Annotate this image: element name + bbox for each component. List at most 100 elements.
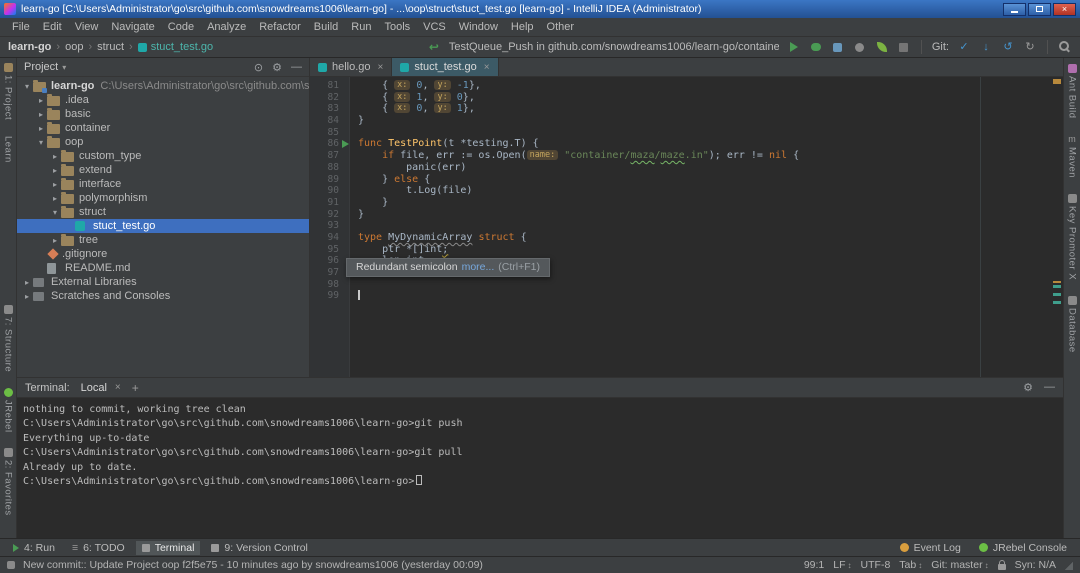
warning-marker[interactable]: [1053, 79, 1061, 84]
tree-toggle-arrow[interactable]: ▾: [21, 82, 33, 91]
tree-item-polymorphism[interactable]: ▸polymorphism: [17, 191, 309, 205]
tree-toggle-arrow[interactable]: ▸: [21, 278, 33, 287]
menu-item-analyze[interactable]: Analyze: [201, 20, 252, 34]
menu-item-help[interactable]: Help: [505, 20, 540, 34]
code-line-90[interactable]: 90 t.Log(file): [310, 185, 1051, 197]
tree-item-gitignore[interactable]: .gitignore: [17, 247, 309, 261]
code-line-84[interactable]: 84}: [310, 115, 1051, 127]
tree-toggle-arrow[interactable]: ▸: [49, 236, 61, 245]
tree-item-learn-go[interactable]: ▾learn-goC:\Users\Administrator\go\src\g…: [17, 79, 309, 93]
status-tab[interactable]: Tab↕: [899, 559, 922, 571]
terminal-body[interactable]: nothing to commit, working tree cleanC:\…: [17, 398, 1063, 538]
toolwindow-toggle-icon[interactable]: [7, 561, 15, 569]
menu-item-window[interactable]: Window: [453, 20, 504, 34]
code-line-82[interactable]: 82 { x: 1, y: 0},: [310, 92, 1051, 104]
status-utf-8[interactable]: UTF-8: [861, 559, 891, 571]
menu-item-view[interactable]: View: [69, 20, 105, 34]
caret-marker[interactable]: [1053, 281, 1061, 283]
tree-toggle-arrow[interactable]: ▸: [35, 110, 47, 119]
run-button[interactable]: [787, 39, 801, 55]
tree-item-tree[interactable]: ▸tree: [17, 233, 309, 247]
editor-tab-hello-go[interactable]: hello.go×: [310, 58, 392, 76]
history-button[interactable]: ↻: [1023, 39, 1037, 55]
close-button[interactable]: ×: [1053, 3, 1076, 16]
resize-grip[interactable]: [1064, 561, 1073, 570]
code-line-95[interactable]: 95 ptr *[]int;: [310, 244, 1051, 256]
tree-item-readme-md[interactable]: README.md: [17, 261, 309, 275]
status-message[interactable]: New commit:: Update Project oop f2f5e75 …: [23, 559, 796, 571]
info-marker[interactable]: [1053, 285, 1061, 288]
stop-button[interactable]: [897, 39, 911, 55]
code-line-91[interactable]: 91 }: [310, 197, 1051, 209]
tool-button-1-project[interactable]: 1: Project: [3, 63, 14, 120]
maximize-button[interactable]: [1028, 3, 1051, 16]
tree-toggle-arrow[interactable]: ▸: [49, 180, 61, 189]
menu-item-refactor[interactable]: Refactor: [253, 20, 307, 34]
tool-window-button-terminal[interactable]: Terminal: [136, 541, 201, 555]
project-panel-title[interactable]: Project: [24, 61, 58, 73]
jrebel-run-button[interactable]: [875, 39, 889, 55]
tree-toggle-arrow[interactable]: ▸: [35, 124, 47, 133]
menu-item-run[interactable]: Run: [345, 20, 377, 34]
tree-toggle-arrow[interactable]: ▸: [21, 292, 33, 301]
tree-item-extend[interactable]: ▸extend: [17, 163, 309, 177]
status-lf[interactable]: LF↕: [833, 559, 851, 571]
tree-item-stuct-test-go[interactable]: stuct_test.go: [17, 219, 309, 233]
menu-item-vcs[interactable]: VCS: [417, 20, 452, 34]
close-tab-icon[interactable]: ×: [378, 62, 384, 73]
code-line-88[interactable]: 88 panic(err): [310, 162, 1051, 174]
coverage-button[interactable]: [831, 39, 845, 55]
tree-toggle-arrow[interactable]: ▾: [49, 208, 61, 217]
code-line-87[interactable]: 87 if file, err := os.Open(name: "contai…: [310, 150, 1051, 162]
status-99-1[interactable]: 99:1: [804, 559, 824, 571]
minimize-button[interactable]: [1003, 3, 1026, 16]
tool-window-button-4-run[interactable]: 4: Run: [7, 541, 61, 555]
tool-button-maven[interactable]: mMaven: [1067, 135, 1078, 178]
tree-toggle-arrow[interactable]: ▸: [49, 194, 61, 203]
tree-toggle-arrow[interactable]: ▾: [35, 138, 47, 147]
code-line-89[interactable]: 89 } else {: [310, 174, 1051, 186]
tool-button-2-favorites[interactable]: 2: Favorites: [3, 448, 14, 516]
menu-item-edit[interactable]: Edit: [37, 20, 68, 34]
profiler-button[interactable]: [853, 39, 867, 55]
breadcrumb-item-oop[interactable]: oop: [65, 41, 83, 53]
code-line-85[interactable]: 85: [310, 127, 1051, 139]
search-everywhere-button[interactable]: [1058, 39, 1072, 55]
commit-button[interactable]: ✓: [957, 39, 971, 55]
code-line-99[interactable]: 99: [310, 290, 1051, 302]
menu-item-navigate[interactable]: Navigate: [105, 20, 160, 34]
tree-item-container[interactable]: ▸container: [17, 121, 309, 135]
run-test-icon[interactable]: [342, 140, 349, 148]
tool-button-jrebel[interactable]: JRebel: [3, 388, 14, 433]
tool-window-button-9-version-control[interactable]: 9: Version Control: [205, 541, 313, 555]
tree-toggle-arrow[interactable]: ▸: [35, 96, 47, 105]
info-marker[interactable]: [1053, 293, 1061, 296]
menu-item-tools[interactable]: Tools: [378, 20, 416, 34]
tree-item-external-libraries[interactable]: ▸External Libraries: [17, 275, 309, 289]
code-line-86[interactable]: 86func TestPoint(t *testing.T) {: [310, 138, 1051, 150]
terminal-settings-button[interactable]: ⚙: [1023, 381, 1033, 394]
menu-item-file[interactable]: File: [6, 20, 36, 34]
chevron-down-icon[interactable]: ▾: [62, 63, 66, 72]
code-line-94[interactable]: 94type MyDynamicArray struct {: [310, 232, 1051, 244]
tree-item-struct[interactable]: ▾struct: [17, 205, 309, 219]
menu-item-other[interactable]: Other: [541, 20, 581, 34]
tree-item-scratches-and-consoles[interactable]: ▸Scratches and Consoles: [17, 289, 309, 303]
tool-button-key-promoter-x[interactable]: Key Promoter X: [1067, 194, 1078, 280]
menu-item-code[interactable]: Code: [162, 20, 200, 34]
code-line-81[interactable]: 81 { x: 0, y: -1},: [310, 80, 1051, 92]
tool-window-button-jrebel-console[interactable]: JRebel Console: [973, 541, 1073, 555]
locate-file-button[interactable]: ⊙: [254, 61, 263, 74]
tree-item-interface[interactable]: ▸interface: [17, 177, 309, 191]
tree-item-oop[interactable]: ▾oop: [17, 135, 309, 149]
lock-icon[interactable]: [998, 564, 1006, 570]
add-terminal-tab-button[interactable]: +: [132, 381, 139, 395]
status-git-master[interactable]: Git: master↕: [931, 559, 988, 571]
tool-button-ant-build[interactable]: Ant Build: [1067, 64, 1078, 119]
code-line-98[interactable]: 98: [310, 279, 1051, 291]
close-tab-icon[interactable]: ×: [484, 62, 490, 73]
tool-window-button-6-todo[interactable]: ≡6: TODO: [66, 541, 131, 555]
tool-window-button-event-log[interactable]: Event Log: [894, 541, 967, 555]
breadcrumb-item-learn-go[interactable]: learn-go: [8, 41, 51, 53]
menu-item-build[interactable]: Build: [308, 20, 344, 34]
